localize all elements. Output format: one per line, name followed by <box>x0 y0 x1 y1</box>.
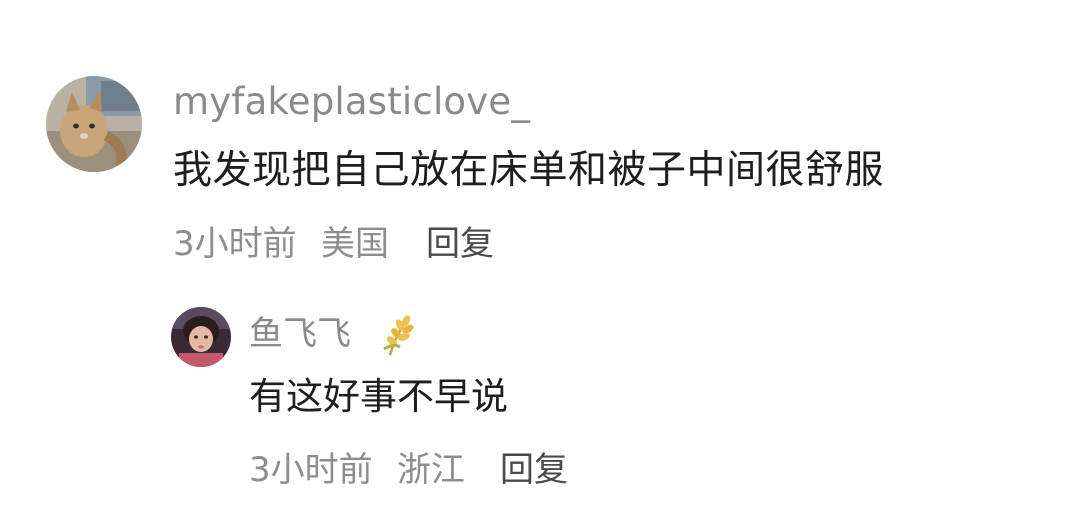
comment-text: 有这好事不早说 <box>249 375 508 418</box>
comment-location: 美国 <box>321 224 389 264</box>
user-avatar[interactable] <box>46 76 142 172</box>
comment-text: 我发现把自己放在床单和被子中间很舒服 <box>173 148 885 193</box>
person-photo-avatar <box>171 307 231 367</box>
wheat-badge-icon <box>376 311 422 357</box>
user-avatar[interactable] <box>171 307 231 367</box>
comment-timestamp: 3小时前 <box>173 224 297 264</box>
comment-timestamp: 3小时前 <box>249 450 373 490</box>
comment-username[interactable]: 鱼飞飞 <box>249 312 351 356</box>
comment-username[interactable]: myfakeplasticlove_ <box>173 80 530 124</box>
comment-location: 浙江 <box>397 450 465 490</box>
reply-button[interactable]: 回复 <box>426 222 494 266</box>
cat-photo-avatar <box>46 76 142 172</box>
reply-button[interactable]: 回复 <box>500 448 568 492</box>
